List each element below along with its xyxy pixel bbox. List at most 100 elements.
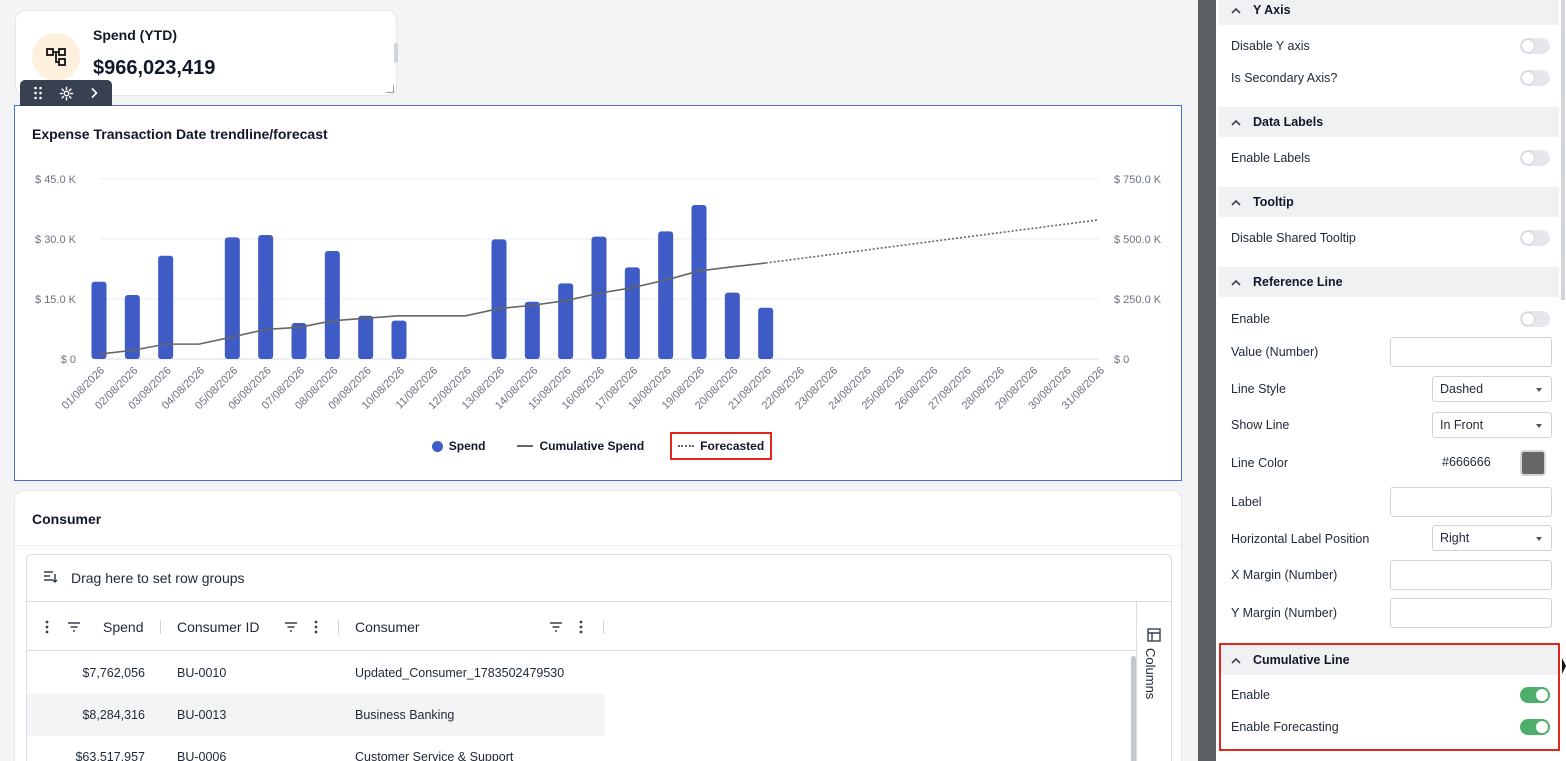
row-group-hint: Drag here to set row groups <box>71 570 245 586</box>
y-margin-input[interactable] <box>1390 598 1552 628</box>
line-style-select[interactable]: Dashed <box>1432 376 1552 402</box>
select-value: Right <box>1440 531 1470 545</box>
row-label: Enable Labels <box>1231 151 1311 165</box>
filter-icon[interactable] <box>284 602 298 651</box>
row-label: Disable Y axis <box>1231 39 1310 53</box>
reference-value-input[interactable] <box>1390 337 1552 367</box>
bar-spend <box>91 281 107 359</box>
table-row[interactable]: $8,284,316 BU-0013 Business Banking <box>27 694 605 736</box>
column-header-consumer[interactable]: Consumer <box>355 602 420 651</box>
caret-down-icon <box>1536 388 1542 392</box>
grid-header: Spend Consumer ID Consumer <box>27 602 1138 651</box>
table-row[interactable]: $63,517,957 BU-0006 Customer Service & S… <box>27 736 605 761</box>
bar-spend <box>391 320 407 359</box>
bar-spend <box>724 292 740 359</box>
line-color-swatch[interactable] <box>1520 450 1546 476</box>
hierarchy-icon <box>32 33 80 81</box>
section-header-tooltip[interactable]: Tooltip <box>1219 187 1559 217</box>
row-disable-y-axis: Disable Y axis <box>1231 31 1556 61</box>
resize-handle[interactable] <box>394 43 398 63</box>
legend-marker-spend <box>431 440 443 452</box>
y2-tick-label: $ 750.0 K <box>1114 174 1162 186</box>
row-label: Enable <box>1231 312 1270 326</box>
annotation-highlight-box <box>1219 643 1560 751</box>
bar-spend <box>258 235 274 359</box>
legend-item-cumulative[interactable]: Cumulative Spend <box>511 432 650 460</box>
cell-consumer-id: BU-0010 <box>177 666 227 680</box>
column-separator[interactable] <box>603 620 604 634</box>
widget-toolbar <box>20 80 112 106</box>
cell-spend: $63,517,957 <box>75 750 145 761</box>
row-label: Line Color <box>1231 456 1288 470</box>
mouse-cursor <box>1562 658 1566 674</box>
chevron-up-icon <box>1219 7 1253 14</box>
section-header-y-axis[interactable]: Y Axis <box>1219 0 1559 25</box>
gear-icon[interactable] <box>55 82 77 104</box>
row-group-dropzone[interactable]: Drag here to set row groups <box>27 555 1171 602</box>
y-tick-label: $ 0 <box>61 354 76 366</box>
section-header-data-labels[interactable]: Data Labels <box>1219 107 1559 137</box>
row-label: Disable Shared Tooltip <box>1231 231 1356 245</box>
x-margin-input[interactable] <box>1390 560 1552 590</box>
cell-spend: $8,284,316 <box>82 708 145 722</box>
legend-item-spend[interactable]: Spend <box>426 432 492 460</box>
legend-label-cumulative: Cumulative Spend <box>539 439 645 453</box>
row-label: Y Margin (Number) <box>1231 606 1338 620</box>
consumer-title: Consumer <box>32 511 102 527</box>
row-label: Is Secondary Axis? <box>1231 71 1338 85</box>
chevron-up-icon <box>1219 199 1253 206</box>
bar-spend <box>558 283 574 359</box>
bar-spend <box>624 267 640 359</box>
section-title: Reference Line <box>1253 275 1343 289</box>
kpi-value: $966,023,419 <box>93 57 216 79</box>
reference-label-input[interactable] <box>1390 487 1552 517</box>
row-line-color: Line Color <box>1231 448 1556 478</box>
column-separator[interactable] <box>338 620 339 634</box>
section-title: Tooltip <box>1253 195 1294 209</box>
chart-plot: $ 0 $ 15.0 K $ 30.0 K $ 45.0 K $ 0 $ 250.0 K $… <box>35 174 1162 412</box>
column-header-consumer-id[interactable]: Consumer ID <box>177 602 259 651</box>
y2-tick-label: $ 500.0 K <box>1114 234 1162 246</box>
y2-tick-label: $ 0 <box>1114 354 1129 366</box>
column-separator[interactable] <box>160 620 161 634</box>
drag-handle-icon[interactable] <box>27 82 49 104</box>
column-menu-icon[interactable] <box>579 602 583 651</box>
filter-icon[interactable] <box>67 602 81 651</box>
legend-item-forecasted[interactable]: Forecasted <box>670 432 773 460</box>
select-value: Dashed <box>1440 382 1484 396</box>
panel-scrollbar[interactable] <box>1561 0 1565 300</box>
caret-down-icon <box>1536 424 1542 428</box>
enable-labels-toggle[interactable] <box>1520 150 1550 166</box>
columns-icon <box>1147 628 1161 647</box>
chevron-right-icon[interactable] <box>83 82 105 104</box>
column-header-spend[interactable]: Spend <box>103 602 143 651</box>
column-menu-icon[interactable] <box>314 602 318 651</box>
horizontal-label-position-select[interactable]: Right <box>1432 525 1552 551</box>
disable-y-axis-toggle[interactable] <box>1520 38 1550 54</box>
disable-shared-tooltip-toggle[interactable] <box>1520 230 1550 246</box>
show-line-select[interactable]: In Front <box>1432 412 1552 438</box>
panel-divider[interactable] <box>1198 0 1216 761</box>
row-label: Line Style <box>1231 382 1286 396</box>
row-label: Label <box>1231 495 1262 509</box>
chart-widget[interactable]: Expense Transaction Date trendline/forec… <box>14 105 1182 481</box>
select-value: In Front <box>1440 418 1484 432</box>
column-menu-icon[interactable] <box>45 602 49 651</box>
row-groups-icon <box>43 570 59 587</box>
filter-icon[interactable] <box>549 602 563 651</box>
section-header-reference-line[interactable]: Reference Line <box>1219 267 1559 297</box>
legend-label-forecasted: Forecasted <box>700 439 765 453</box>
row-reference-enable: Enable <box>1231 304 1556 334</box>
chart-legend: Spend Cumulative Spend Forecasted <box>15 432 1183 460</box>
table-row[interactable]: $7,762,056 BU-0010 Updated_Consumer_1783… <box>27 652 605 694</box>
reference-line-enable-toggle[interactable] <box>1520 311 1550 327</box>
secondary-axis-toggle[interactable] <box>1520 70 1550 86</box>
cell-spend: $7,762,056 <box>82 666 145 680</box>
columns-tool-panel-tab[interactable]: Columns <box>1136 602 1171 761</box>
bar-spend <box>658 231 674 359</box>
consumer-widget: Consumer Drag here to set row groups Spe… <box>14 490 1182 761</box>
row-label: Show Line <box>1231 418 1290 432</box>
resize-corner[interactable] <box>386 85 394 93</box>
row-label: X Margin (Number) <box>1231 568 1338 582</box>
row-secondary-axis: Is Secondary Axis? <box>1231 63 1556 93</box>
